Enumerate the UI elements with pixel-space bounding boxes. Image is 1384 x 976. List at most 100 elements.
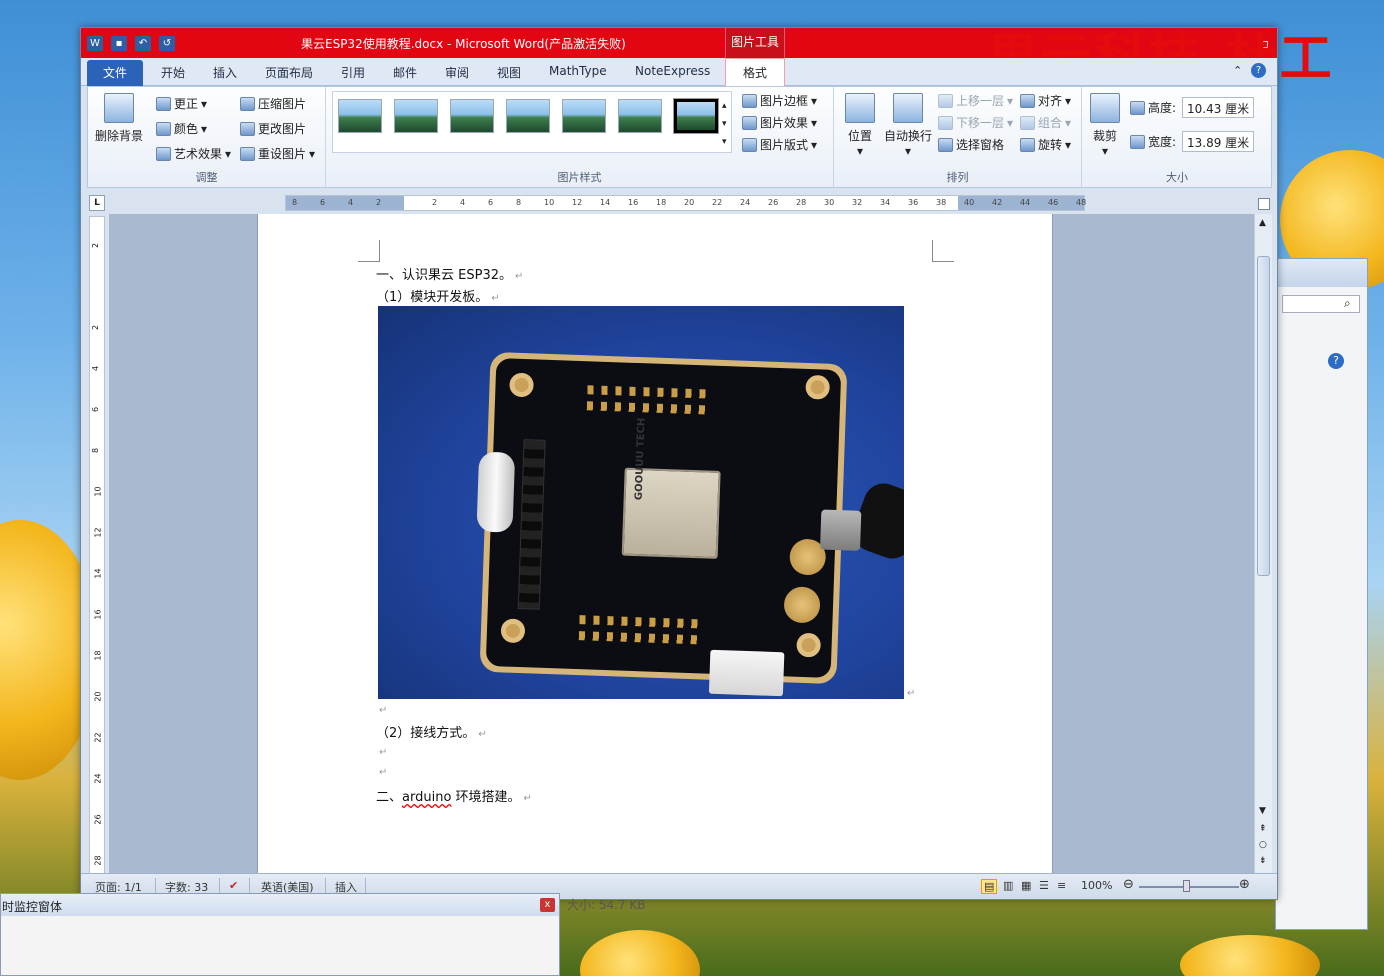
tab-insert[interactable]: 插入 <box>213 64 237 81</box>
browse-object-icon[interactable]: ○ <box>1259 840 1267 850</box>
horizontal-ruler[interactable]: 8 6 4 2 2 4 6 8 10 12 14 16 18 20 22 24 26 28 30 32 34 36 38 40… <box>285 195 1086 211</box>
print-layout-view-icon[interactable]: ▤ <box>981 879 998 894</box>
vruler-tick-label: 6 <box>91 406 101 413</box>
tab-home[interactable]: 开始 <box>161 64 185 81</box>
vertical-ruler[interactable]: 2 2 4 6 8 10 12 14 16 18 20 22 24 26 28 <box>89 216 105 874</box>
ruler-tick-label: 46 <box>1048 198 1059 207</box>
gallery-more-icon[interactable]: ▴ ▾ ▾ <box>722 97 727 151</box>
send-backward-button[interactable]: 下移一层 ▾ <box>938 114 1013 131</box>
board-photo[interactable]: GOOUUU TECH <box>378 306 904 699</box>
corrections-button[interactable]: 更正 ▾ <box>156 95 207 112</box>
zoom-out-icon[interactable]: ⊖ <box>1123 877 1134 892</box>
ruler-tick-label: 2 <box>432 198 438 207</box>
rotate-button[interactable]: 旋转 ▾ <box>1020 136 1071 153</box>
wrap-text-icon <box>893 93 923 123</box>
tab-references[interactable]: 引用 <box>341 64 365 81</box>
picture-effects-button[interactable]: 图片效果 ▾ <box>742 114 817 131</box>
remove-background-icon <box>104 93 134 123</box>
ruler-toggle-icon[interactable] <box>1258 198 1270 210</box>
tab-layout[interactable]: 页面布局 <box>265 64 313 81</box>
ribbon-collapse-icon[interactable]: ⌃ <box>1233 64 1242 77</box>
empty-line[interactable]: ↵ <box>376 744 387 759</box>
ruler-tick-label: 32 <box>852 198 863 207</box>
ruler-tick-label: 8 <box>292 198 298 207</box>
save-icon[interactable]: ▪ <box>111 36 127 51</box>
reading-view-icon[interactable]: ▥ <box>1003 879 1013 892</box>
compress-pictures-button[interactable]: 压缩图片 <box>240 95 306 112</box>
scroll-up-icon[interactable]: ▲ <box>1259 218 1266 228</box>
tab-format[interactable]: 格式 <box>725 58 785 87</box>
group-label-arrange: 排列 <box>946 171 969 184</box>
heading-arduino[interactable]: 二、arduino 环境搭建。 ↵ <box>376 786 532 805</box>
help-icon[interactable]: ? <box>1251 63 1266 78</box>
position-button[interactable]: 位置 ▾ <box>842 93 878 158</box>
artistic-effects-button[interactable]: 艺术效果 ▾ <box>156 145 231 162</box>
width-spinner[interactable]: 13.89 厘米 <box>1182 131 1254 152</box>
crop-mark-right <box>932 240 954 262</box>
mount-hole <box>805 374 831 400</box>
web-layout-view-icon[interactable]: ▦ <box>1021 879 1031 892</box>
bring-forward-button[interactable]: 上移一层 ▾ <box>938 92 1013 109</box>
help-icon[interactable]: ? <box>1328 353 1344 369</box>
ruler-tick-label: 40 <box>964 198 975 207</box>
outline-view-icon[interactable]: ☰ <box>1039 879 1049 892</box>
vertical-scrollbar[interactable]: ▲ ▼ ⇞ ○ ⇟ <box>1254 198 1272 874</box>
zoom-level[interactable]: 100% <box>1081 879 1112 892</box>
ribbon-tabs: 文件 开始 插入 页面布局 引用 邮件 审阅 视图 MathType NoteE… <box>81 58 1277 87</box>
scroll-down-icon[interactable]: ▼ <box>1259 806 1266 816</box>
subheading-wiring[interactable]: （2）接线方式。 ↵ <box>376 722 487 741</box>
style-thumb-7[interactable] <box>673 98 719 134</box>
tab-mailings[interactable]: 邮件 <box>393 64 417 81</box>
remove-background-button[interactable]: 删除背景 <box>92 93 146 144</box>
empty-line[interactable]: ↵ <box>376 702 387 717</box>
close-icon[interactable]: x <box>540 898 555 912</box>
vruler-tick-label: 14 <box>93 568 103 579</box>
word-logo-icon: W <box>87 36 103 51</box>
tab-view[interactable]: 视图 <box>497 64 521 81</box>
bring-forward-icon <box>938 93 953 108</box>
zoom-in-icon[interactable]: ⊕ <box>1239 877 1250 892</box>
search-icon[interactable]: ⌕ <box>1344 296 1351 311</box>
browse-next-icon[interactable]: ⇟ <box>1259 856 1267 866</box>
esp32-board: GOOUUU TECH <box>476 351 862 697</box>
ruler-tick-label: 38 <box>936 198 947 207</box>
tab-noteexpress[interactable]: NoteExpress <box>635 64 710 78</box>
tab-file[interactable]: 文件 <box>87 60 143 86</box>
reset-picture-button[interactable]: 重设图片 ▾ <box>240 145 315 162</box>
vruler-tick-label: 28 <box>93 855 103 866</box>
height-spinner[interactable]: 10.43 厘米 <box>1182 97 1254 118</box>
align-button[interactable]: 对齐 ▾ <box>1020 92 1071 109</box>
zoom-slider-thumb[interactable] <box>1183 880 1190 892</box>
vruler-tick-label: 20 <box>93 691 103 702</box>
style-thumb-3[interactable] <box>450 99 494 133</box>
redo-icon[interactable]: ↺ <box>159 36 175 51</box>
selection-pane-button[interactable]: 选择窗格 <box>938 136 1004 153</box>
picture-layout-button[interactable]: 图片版式 ▾ <box>742 136 817 153</box>
style-thumb-5[interactable] <box>562 99 606 133</box>
heading-esp32[interactable]: 一、认识果云 ESP32。 ↵ <box>376 264 523 283</box>
empty-line[interactable]: ↵ <box>376 764 387 779</box>
tab-mathtype[interactable]: MathType <box>549 64 607 78</box>
style-thumb-4[interactable] <box>506 99 550 133</box>
scroll-thumb[interactable] <box>1257 256 1270 576</box>
crop-button[interactable]: 裁剪 ▾ <box>1088 93 1122 158</box>
side-header <box>517 439 546 610</box>
draft-view-icon[interactable]: ≡ <box>1057 879 1066 892</box>
change-picture-button[interactable]: 更改图片 <box>240 120 306 137</box>
style-thumb-1[interactable] <box>338 99 382 133</box>
style-thumb-2[interactable] <box>394 99 438 133</box>
group-button[interactable]: 组合 ▾ <box>1020 114 1071 131</box>
proofing-icon[interactable]: ✔ <box>229 879 238 892</box>
browse-prev-icon[interactable]: ⇞ <box>1259 824 1267 834</box>
document-page[interactable]: 一、认识果云 ESP32。↵ （1）模块开发板。↵ GOOUUU TECH <box>257 214 1053 874</box>
monitor-window: 时监控窗体 x <box>0 893 560 976</box>
undo-icon[interactable]: ↶ <box>135 36 151 51</box>
wrap-text-button[interactable]: 自动换行 ▾ <box>880 93 936 158</box>
color-button[interactable]: 颜色 ▾ <box>156 120 207 137</box>
picture-border-button[interactable]: 图片边框 ▾ <box>742 92 817 109</box>
style-thumb-6[interactable] <box>618 99 662 133</box>
subheading-board[interactable]: （1）模块开发板。 ↵ <box>376 286 500 305</box>
tab-selector[interactable]: L <box>89 195 105 211</box>
ruler-tick-label: 44 <box>1020 198 1031 207</box>
tab-review[interactable]: 审阅 <box>445 64 469 81</box>
